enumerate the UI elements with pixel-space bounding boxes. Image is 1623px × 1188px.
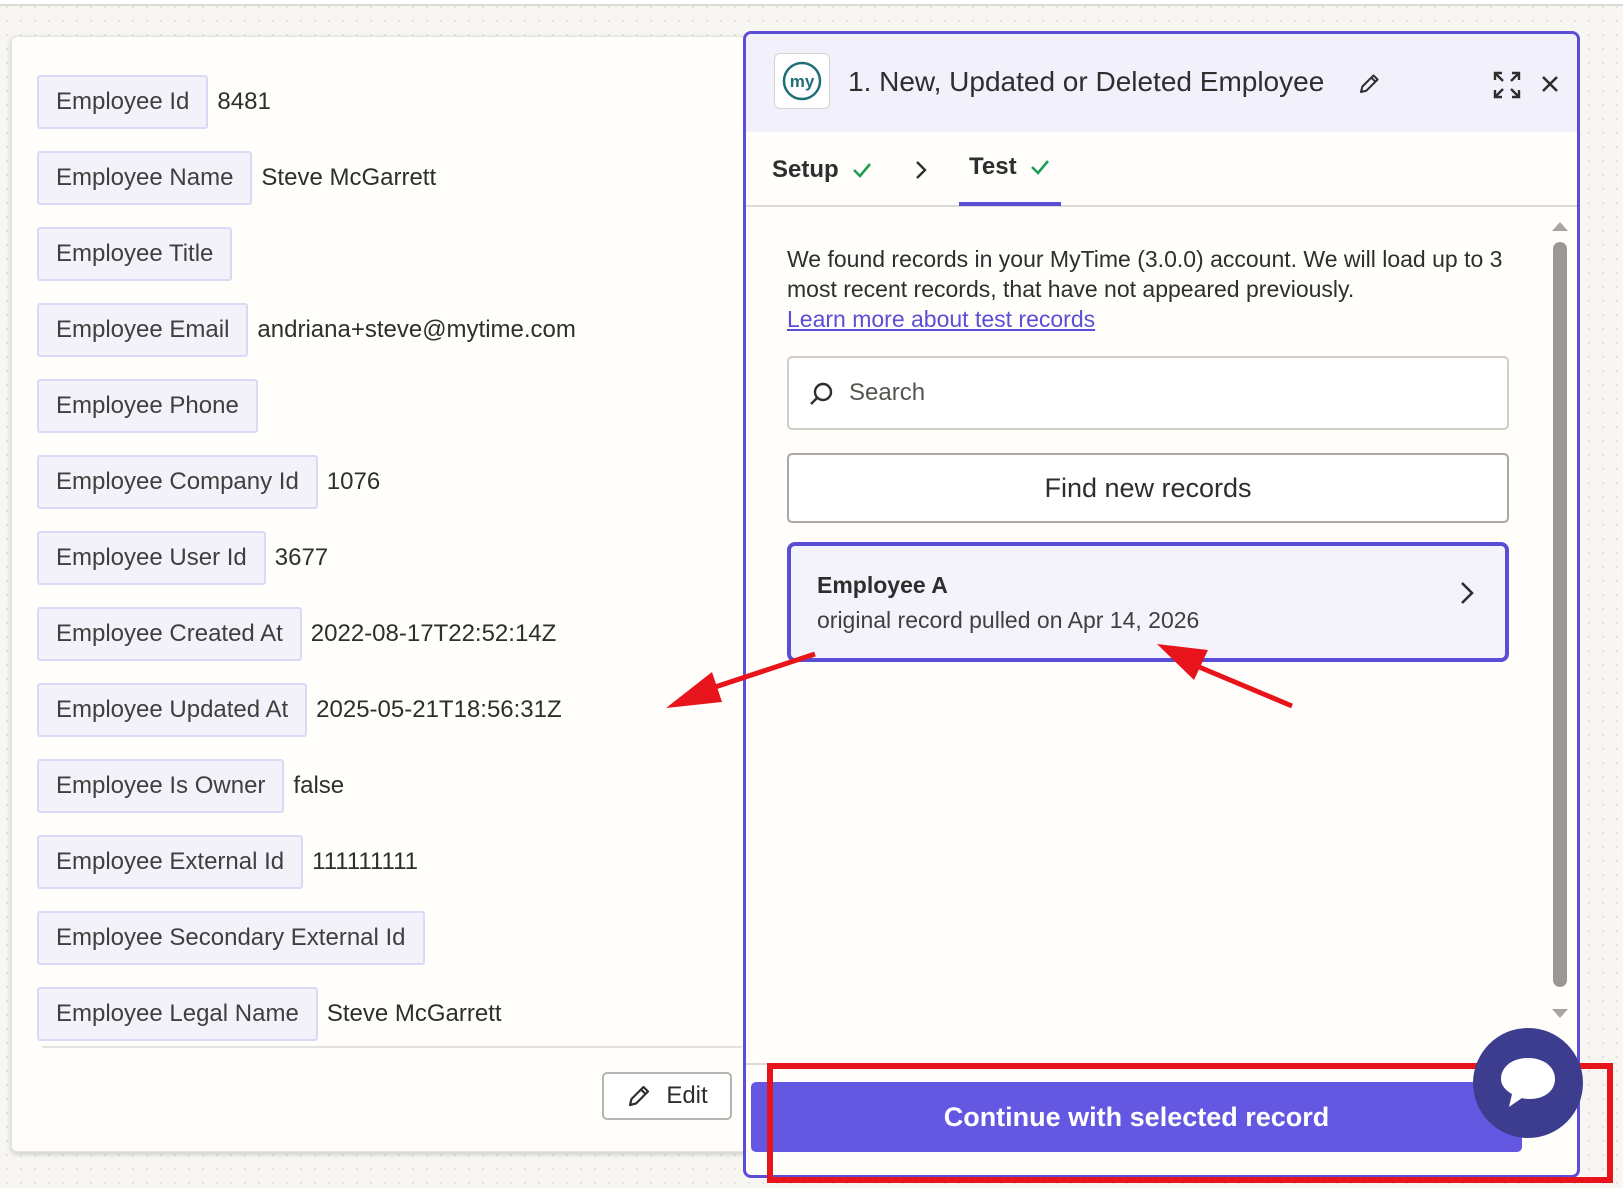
check-icon bbox=[852, 162, 871, 178]
field-value: Steve McGarrett bbox=[261, 164, 437, 191]
panel-header: my 1. New, Updated or Deleted Employee bbox=[746, 34, 1577, 132]
chevron-right-icon bbox=[1461, 582, 1474, 604]
pencil-icon bbox=[629, 1085, 650, 1107]
edit-button-label: Edit bbox=[666, 1082, 708, 1109]
check-icon bbox=[1030, 160, 1049, 175]
svg-text:my: my bbox=[790, 72, 815, 91]
edit-button[interactable]: Edit bbox=[602, 1072, 732, 1120]
field-row: Employee Legal Name Steve McGarrett bbox=[37, 987, 737, 1041]
field-row: Employee Company Id 1076 bbox=[37, 455, 737, 509]
record-name: Employee A bbox=[817, 572, 948, 598]
field-row: Employee Updated At 2025-05-21T18:56:31Z bbox=[37, 683, 737, 737]
field-value: 8481 bbox=[217, 88, 271, 115]
field-value: 1076 bbox=[326, 468, 381, 495]
field-row: Employee Name Steve McGarrett bbox=[37, 151, 737, 205]
field-key-pill: Employee External Id bbox=[37, 835, 304, 889]
field-value: andriana+steve@mytime.com bbox=[257, 316, 576, 343]
field-row: Employee Created At 2022-08-17T22:52:14Z bbox=[37, 607, 737, 661]
chat-button[interactable] bbox=[1473, 1028, 1583, 1138]
tab-setup[interactable]: Setup bbox=[772, 132, 873, 207]
field-value: Steve McGarrett bbox=[326, 1000, 502, 1027]
field-key-pill: Employee Title bbox=[37, 227, 233, 281]
scroll-up-arrow-icon[interactable] bbox=[1551, 220, 1569, 232]
field-row: Employee Title bbox=[37, 227, 737, 281]
record-item[interactable]: Employee A original record pulled on Apr… bbox=[787, 542, 1509, 662]
field-key-pill: Employee User Id bbox=[37, 531, 266, 585]
pencil-icon[interactable] bbox=[1358, 71, 1382, 95]
scroll-down-arrow-icon[interactable] bbox=[1551, 1008, 1569, 1020]
field-row: Employee Phone bbox=[37, 379, 737, 433]
record-details-panel: Employee Id 8481 Employee Name Steve McGarr… bbox=[11, 36, 769, 1152]
field-key-pill: Employee Name bbox=[37, 151, 253, 205]
field-row: Employee Secondary External Id bbox=[37, 911, 737, 965]
field-key-pill: Employee Phone bbox=[37, 379, 258, 433]
field-row: Employee Is Owner false bbox=[37, 759, 737, 813]
field-value: 3677 bbox=[274, 544, 329, 571]
tab-test[interactable]: Test bbox=[959, 132, 1061, 206]
test-intro-text: We found records in your MyTime (3.0.0) … bbox=[787, 246, 1503, 302]
expand-icon[interactable] bbox=[1492, 70, 1522, 100]
mytime-logo: my bbox=[774, 53, 830, 109]
chat-bubble-icon bbox=[1501, 1058, 1555, 1107]
field-value: false bbox=[293, 772, 345, 799]
chevron-right-icon bbox=[916, 161, 927, 179]
search-icon bbox=[810, 382, 833, 405]
canvas-top-bar bbox=[0, 0, 1623, 6]
learn-more-link[interactable]: Learn more about test records bbox=[787, 304, 1095, 334]
find-new-records-button[interactable]: Find new records bbox=[787, 453, 1509, 523]
test-content: We found records in your MyTime (3.0.0) … bbox=[746, 208, 1577, 1063]
field-row: Employee Email andriana+steve@mytime.com bbox=[37, 303, 737, 357]
close-icon[interactable] bbox=[1538, 72, 1562, 96]
field-row: Employee User Id 3677 bbox=[37, 531, 737, 585]
field-key-pill: Employee Updated At bbox=[37, 683, 308, 737]
details-divider bbox=[42, 1046, 742, 1048]
field-row: Employee External Id 111111111 bbox=[37, 835, 737, 889]
field-value: 2022-08-17T22:52:14Z bbox=[310, 620, 557, 647]
field-key-pill: Employee Secondary External Id bbox=[37, 911, 425, 965]
field-key-pill: Employee Id bbox=[37, 75, 209, 129]
panel-title: 1. New, Updated or Deleted Employee bbox=[848, 66, 1325, 97]
tab-test-label: Test bbox=[969, 153, 1017, 180]
field-list: Employee Id 8481 Employee Name Steve McGarr… bbox=[37, 75, 737, 1063]
field-key-pill: Employee Created At bbox=[37, 607, 302, 661]
field-key-pill: Employee Company Id bbox=[37, 455, 318, 509]
tab-setup-label: Setup bbox=[772, 155, 839, 183]
record-subtitle: original record pulled on Apr 14, 2026 bbox=[817, 607, 1200, 633]
field-key-pill: Employee Legal Name bbox=[37, 987, 318, 1041]
field-row: Employee Id 8481 bbox=[37, 75, 737, 129]
field-value: 111111111 bbox=[312, 848, 419, 875]
field-key-pill: Employee Is Owner bbox=[37, 759, 285, 813]
field-value: 2025-05-21T18:56:31Z bbox=[316, 696, 562, 723]
field-key-pill: Employee Email bbox=[37, 303, 249, 357]
search-input[interactable] bbox=[849, 368, 1489, 418]
search-field bbox=[787, 356, 1509, 430]
trigger-step-panel: my 1. New, Updated or Deleted Employee S… bbox=[743, 31, 1580, 1178]
step-tabs: Setup Test bbox=[746, 132, 1577, 207]
scrollbar-thumb[interactable] bbox=[1553, 242, 1567, 987]
